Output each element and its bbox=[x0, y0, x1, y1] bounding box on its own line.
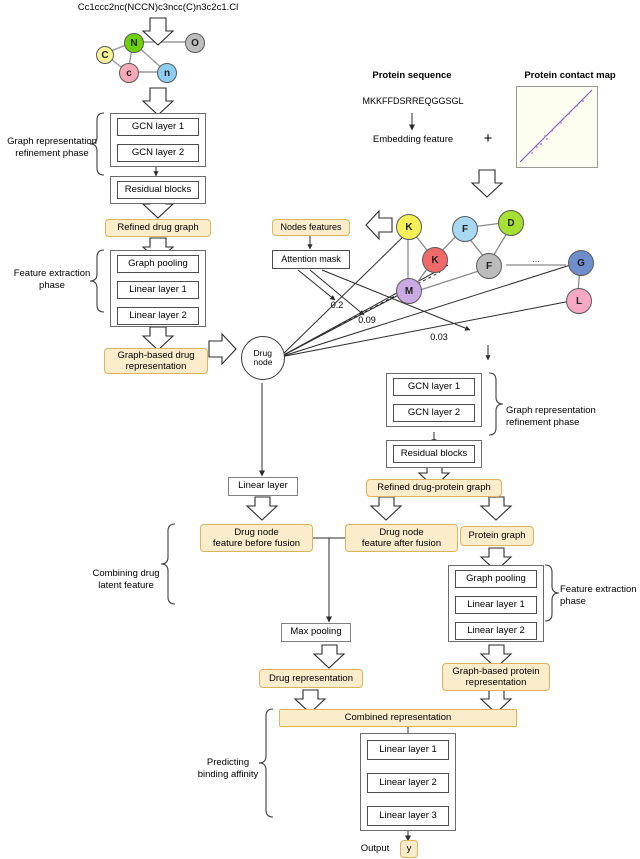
diagram-canvas: ... Cc1ccc2nc(NCCN)c3ncc(C)n3c2c1.Cl N C… bbox=[0, 0, 640, 859]
protein-node-L: L bbox=[566, 288, 592, 314]
fusion-phase-label: Graph representation refinement phase bbox=[506, 405, 596, 428]
output-label: Output bbox=[360, 843, 390, 854]
protein-phase-label: Feature extraction phase bbox=[560, 584, 637, 607]
molecule-node-c: c bbox=[119, 63, 139, 83]
drug-gcn-layer-1[interactable]: GCN layer 1 bbox=[117, 118, 199, 136]
smiles-string: Cc1ccc2nc(NCCN)c3ncc(C)n3c2c1.Cl bbox=[77, 2, 239, 13]
protein-linear-layer-2[interactable]: Linear layer 2 bbox=[455, 622, 537, 640]
drug-residual-blocks[interactable]: Residual blocks bbox=[117, 181, 199, 199]
protein-node-K-1: K bbox=[396, 214, 422, 240]
prediction-linear-layer-1[interactable]: Linear layer 1 bbox=[367, 740, 449, 760]
refined-drug-protein-graph: Refined drug-protein graph bbox=[366, 479, 502, 497]
drug-linear-layer[interactable]: Linear layer bbox=[228, 477, 298, 496]
protein-sequence-title: Protein sequence bbox=[372, 70, 452, 81]
prediction-linear-layer-2[interactable]: Linear layer 2 bbox=[367, 773, 449, 793]
graph-based-protein-representation: Graph-based protein representation bbox=[442, 663, 550, 691]
max-pooling[interactable]: Max pooling bbox=[281, 623, 351, 642]
combined-representation: Combined representation bbox=[279, 709, 517, 727]
prediction-linear-layer-3[interactable]: Linear layer 3 bbox=[367, 806, 449, 826]
drug-linear-layer-2[interactable]: Linear layer 2 bbox=[117, 307, 199, 325]
protein-node-G: G bbox=[568, 250, 594, 276]
molecule-node-N: N bbox=[124, 33, 144, 53]
protein-node-M: M bbox=[396, 278, 422, 304]
drug-node-feature-after-fusion: Drug node feature after fusion bbox=[345, 524, 458, 552]
molecule-node-O: O bbox=[185, 33, 205, 53]
protein-node-K-2: K bbox=[422, 247, 448, 273]
attention-weight-2: 0.09 bbox=[358, 315, 376, 325]
drug-representation: Drug representation bbox=[259, 669, 363, 688]
fusion-gcn-layer-1[interactable]: GCN layer 1 bbox=[393, 378, 475, 396]
molecule-node-n: n bbox=[157, 63, 177, 83]
drug-phase1-label: Graph representation refinement phase bbox=[7, 136, 97, 159]
drug-node[interactable]: Drug node bbox=[241, 336, 285, 380]
protein-node-F-2: F bbox=[476, 253, 502, 279]
plus-sign: + bbox=[483, 130, 493, 147]
protein-contact-map bbox=[516, 86, 598, 168]
drug-graph-pooling[interactable]: Graph pooling bbox=[117, 255, 199, 273]
nodes-features-box: Nodes features bbox=[272, 219, 350, 236]
drug-linear-layer-1[interactable]: Linear layer 1 bbox=[117, 281, 199, 299]
embedding-feature-label: Embedding feature bbox=[372, 134, 454, 145]
protein-linear-layer-1[interactable]: Linear layer 1 bbox=[455, 596, 537, 614]
protein-sequence: MKKFFDSRREQGGSGL bbox=[362, 96, 464, 106]
protein-graph-ellipsis: ... bbox=[532, 254, 540, 264]
protein-graph-pooling[interactable]: Graph pooling bbox=[455, 570, 537, 588]
protein-graph-box: Protein graph bbox=[460, 526, 534, 546]
output-value: y bbox=[400, 840, 418, 858]
attention-weight-3: 0.03 bbox=[430, 332, 448, 342]
attention-weight-1: 0.2 bbox=[330, 300, 344, 310]
drug-phase2-label: Feature extraction phase bbox=[13, 268, 91, 291]
drug-gcn-layer-2[interactable]: GCN layer 2 bbox=[117, 144, 199, 162]
graph-based-drug-representation: Graph-based drug representation bbox=[104, 348, 208, 374]
drug-node-feature-before-fusion: Drug node feature before fusion bbox=[200, 524, 313, 552]
fusion-gcn-layer-2[interactable]: GCN layer 2 bbox=[393, 404, 475, 422]
protein-contact-map-title: Protein contact map bbox=[524, 70, 616, 81]
predicting-binding-affinity-label: Predicting binding affinity bbox=[197, 757, 259, 780]
protein-node-F-1: F bbox=[452, 216, 478, 242]
refined-drug-graph: Refined drug graph bbox=[105, 219, 211, 237]
combining-drug-latent-feature-label: Combining drug latent feature bbox=[92, 568, 160, 591]
attention-mask-box[interactable]: Attention mask bbox=[272, 250, 350, 269]
molecule-node-C: C bbox=[96, 46, 114, 64]
fusion-residual-blocks[interactable]: Residual blocks bbox=[393, 445, 475, 463]
protein-node-D: D bbox=[498, 210, 524, 236]
